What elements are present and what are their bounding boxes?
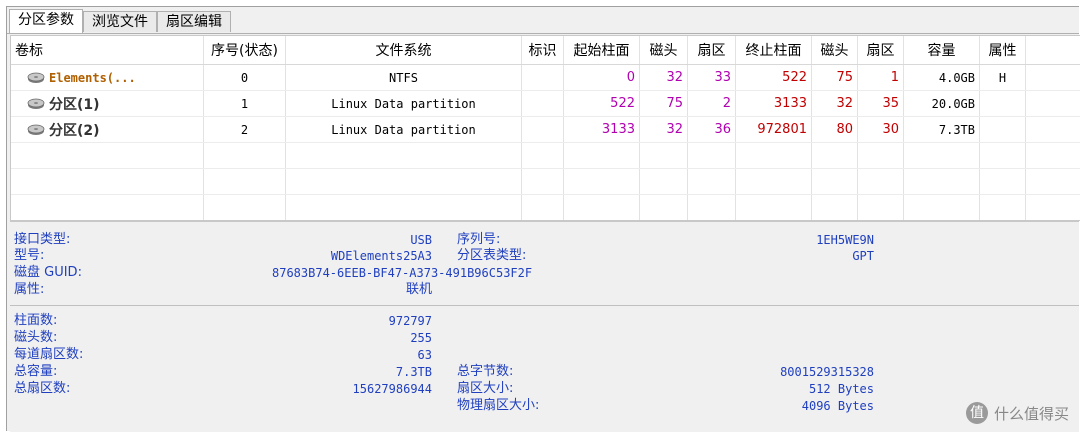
end-head: 75 — [812, 65, 858, 90]
col-volume-label[interactable]: 卷标 — [11, 36, 204, 64]
disk-attribute-label: 属性: — [14, 282, 45, 297]
partition-index: 0 — [204, 65, 286, 90]
total-sectors-value: 15627986944 — [352, 382, 432, 396]
tab-partition-params[interactable]: 分区参数 — [9, 9, 83, 33]
col-attribute[interactable]: 属性 — [980, 36, 1026, 64]
end-sector: 30 — [858, 117, 904, 142]
heads-label: 磁头数: — [14, 330, 58, 345]
end-cylinder: 3133 — [736, 91, 812, 116]
partition-index: 2 — [204, 117, 286, 142]
sector-size-value: 512 Bytes — [808, 382, 874, 396]
volume-label: 分区(1) — [49, 96, 100, 113]
capacity: 7.3TB — [904, 117, 980, 142]
attribute: H — [980, 65, 1026, 90]
watermark-text: 什么值得买 — [993, 404, 1069, 423]
sector-size-label: 扇区大小: — [457, 381, 514, 396]
value-icon: 值 — [965, 402, 988, 424]
table-row[interactable]: Elements(... 0 NTFS 0 32 33 522 75 1 4.0… — [11, 65, 1080, 91]
disk-guid-value: 87683B74-6EEB-BF47-A373-491B96C53F2F — [272, 266, 533, 280]
filesystem: Linux Data partition — [286, 91, 522, 116]
start-head: 32 — [640, 117, 688, 142]
volume-label: 分区(2) — [49, 122, 100, 139]
filesystem: NTFS — [286, 65, 522, 90]
col-start-head[interactable]: 磁头 — [640, 36, 688, 64]
filesystem: Linux Data partition — [286, 117, 522, 142]
start-sector: 2 — [688, 91, 736, 116]
capacity: 20.0GB — [904, 91, 980, 116]
disk-icon — [27, 98, 45, 109]
col-filesystem[interactable]: 文件系统 — [286, 36, 522, 64]
start-sector: 36 — [688, 117, 736, 142]
col-end-sector[interactable]: 扇区 — [858, 36, 904, 64]
physical-sector-size-label: 物理扇区大小: — [457, 398, 540, 413]
disk-icon — [27, 72, 45, 83]
flag — [522, 91, 564, 116]
empty-row — [11, 143, 1080, 169]
total-bytes-value: 8001529315328 — [780, 365, 874, 379]
model-value: WDElements25A3 — [330, 249, 432, 263]
attribute — [980, 91, 1026, 116]
watermark: 值 什么值得买 — [965, 402, 1069, 424]
end-head: 80 — [812, 117, 858, 142]
table-row[interactable]: 分区(2) 2 Linux Data partition 3133 32 36 … — [11, 117, 1080, 143]
tab-bar: 分区参数 浏览文件 扇区编辑 — [7, 9, 1079, 34]
serial-number-value: 1EH5WE9N — [816, 233, 874, 247]
partition-table-type-value: GPT — [852, 249, 874, 263]
end-cylinder: 522 — [736, 65, 812, 90]
physical-sector-size-value: 4096 Bytes — [801, 399, 874, 413]
interface-type-label: 接口类型: — [14, 232, 71, 247]
col-flag[interactable]: 标识 — [522, 36, 564, 64]
start-head: 32 — [640, 65, 688, 90]
empty-row — [11, 169, 1080, 195]
start-head: 75 — [640, 91, 688, 116]
col-start-sector[interactable]: 扇区 — [688, 36, 736, 64]
end-sector: 35 — [858, 91, 904, 116]
capacity: 4.0GB — [904, 65, 980, 90]
disk-info-panel: 接口类型: USB 型号: WDElements25A3 磁盘 GUID: 87… — [10, 221, 1079, 432]
tab-browse-files[interactable]: 浏览文件 — [83, 11, 157, 32]
flag — [522, 65, 564, 90]
flag — [522, 117, 564, 142]
table-header: 卷标 序号(状态) 文件系统 标识 起始柱面 磁头 扇区 终止柱面 磁头 扇区 … — [11, 36, 1080, 65]
volume-label: Elements(... — [49, 70, 136, 85]
start-sector: 33 — [688, 65, 736, 90]
partition-table: 卷标 序号(状态) 文件系统 标识 起始柱面 磁头 扇区 终止柱面 磁头 扇区 … — [10, 35, 1080, 221]
empty-row — [11, 195, 1080, 220]
start-cylinder: 0 — [564, 65, 640, 90]
tab-sector-editor[interactable]: 扇区编辑 — [157, 11, 231, 32]
attribute — [980, 117, 1026, 142]
end-sector: 1 — [858, 65, 904, 90]
col-end-head[interactable]: 磁头 — [812, 36, 858, 64]
disk-icon — [27, 124, 45, 135]
disk-guid-label: 磁盘 GUID: — [14, 265, 82, 280]
cylinders-value: 972797 — [388, 314, 432, 328]
col-start-cylinder[interactable]: 起始柱面 — [564, 36, 640, 64]
total-bytes-label: 总字节数: — [457, 364, 514, 379]
cylinders-label: 柱面数: — [14, 313, 58, 328]
partition-table-type-label: 分区表类型: — [457, 248, 527, 263]
end-cylinder: 972801 — [736, 117, 812, 142]
sectors-per-track-value: 63 — [417, 348, 432, 362]
heads-value: 255 — [410, 331, 432, 345]
end-head: 32 — [812, 91, 858, 116]
model-label: 型号: — [14, 248, 45, 263]
interface-type-value: USB — [410, 233, 432, 247]
table-row[interactable]: 分区(1) 1 Linux Data partition 522 75 2 31… — [11, 91, 1080, 117]
total-capacity-label: 总容量: — [14, 364, 58, 379]
col-capacity[interactable]: 容量 — [904, 36, 980, 64]
start-cylinder: 522 — [564, 91, 640, 116]
start-cylinder: 3133 — [564, 117, 640, 142]
sectors-per-track-label: 每道扇区数: — [14, 347, 84, 362]
col-index-status[interactable]: 序号(状态) — [204, 36, 286, 64]
disk-attribute-value: 联机 — [405, 282, 432, 297]
partition-index: 1 — [204, 91, 286, 116]
serial-number-label: 序列号: — [457, 232, 501, 247]
total-sectors-label: 总扇区数: — [14, 381, 71, 396]
total-capacity-value: 7.3TB — [395, 365, 432, 379]
partition-window: 分区参数 浏览文件 扇区编辑 卷标 序号(状态) 文件系统 标识 起始柱面 磁头… — [6, 6, 1080, 432]
col-end-cylinder[interactable]: 终止柱面 — [736, 36, 812, 64]
